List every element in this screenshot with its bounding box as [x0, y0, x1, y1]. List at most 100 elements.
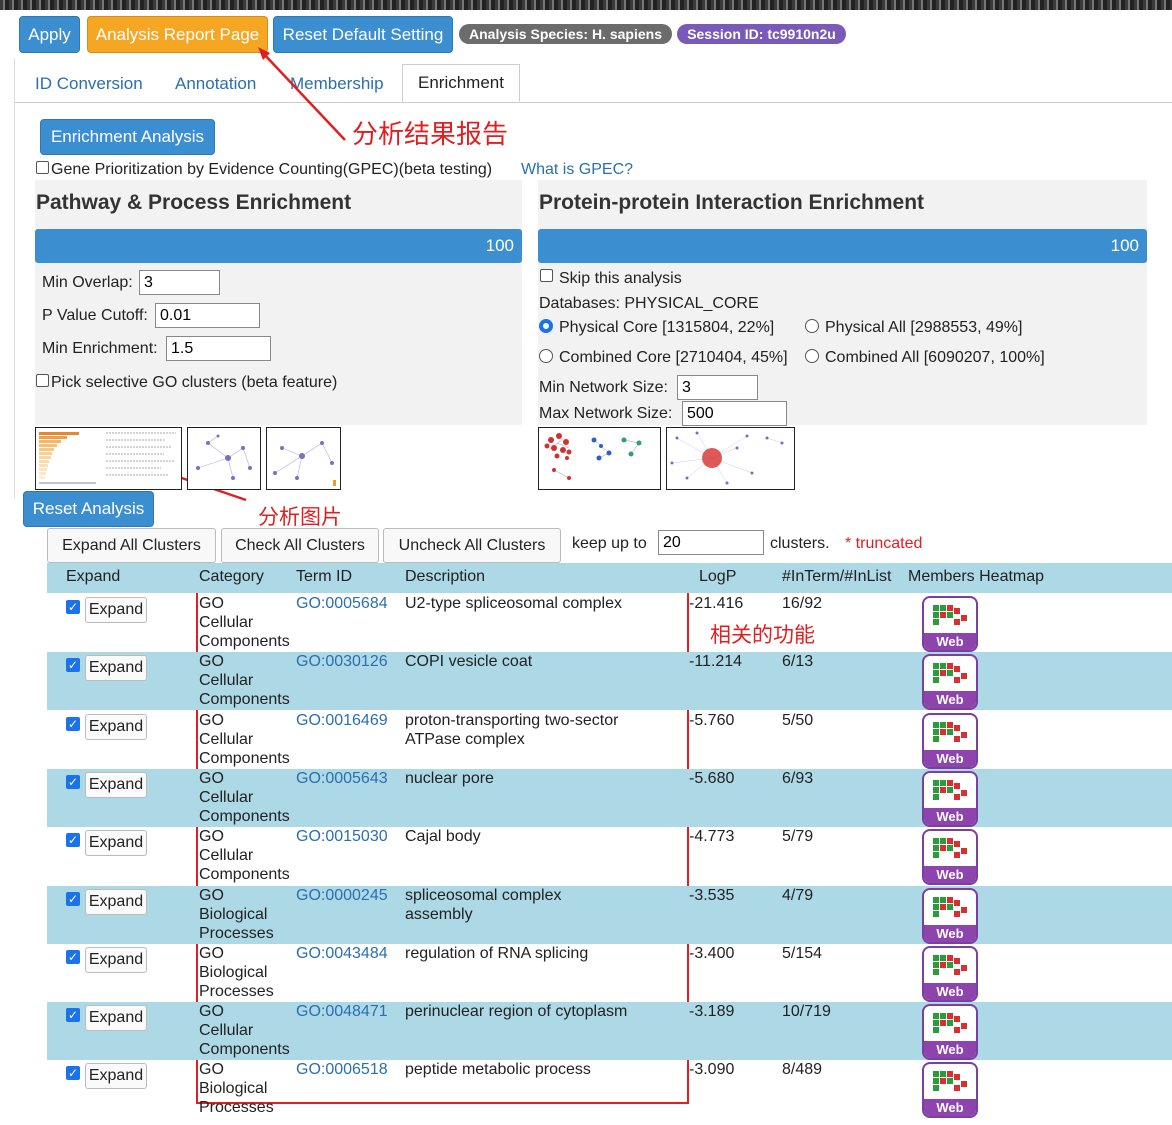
pick-go-checkbox[interactable]	[36, 374, 49, 387]
web-label: Web	[924, 633, 976, 650]
row-checkbox[interactable]: ✓	[66, 1008, 80, 1022]
row-term-id-link[interactable]: GO:0016469	[296, 711, 388, 730]
row-description: COPI vesicle coat	[405, 653, 533, 670]
heatmap-web-icon[interactable]: Web	[922, 1004, 978, 1060]
row-term-id-link[interactable]: GO:0000245	[296, 886, 388, 905]
row-checkbox[interactable]: ✓	[66, 892, 80, 906]
row-expand-button[interactable]: Expand	[85, 1063, 147, 1089]
row-category: GO Biological Processes	[199, 945, 274, 1000]
row-term-id-link[interactable]: GO:0043484	[296, 944, 388, 963]
row-category: GO Cellular Components	[199, 595, 290, 650]
row-expand-button[interactable]: Expand	[85, 597, 147, 623]
row-category: GO Biological Processes	[199, 1061, 274, 1116]
min-overlap-input[interactable]	[139, 270, 220, 295]
row-term-id-link[interactable]: GO:0005684	[296, 594, 388, 613]
heatmap-grid-icon	[933, 722, 967, 742]
enrichment-bar-thumbnail[interactable]	[35, 427, 182, 490]
min-overlap-label: Min Overlap:	[42, 274, 133, 291]
row-description: Cajal body	[405, 828, 481, 845]
keep-clusters-input[interactable]	[658, 530, 764, 555]
gpec-help-link[interactable]: What is GPEC?	[521, 161, 633, 179]
row-term-id-link[interactable]: GO:0005643	[296, 769, 388, 788]
heatmap-web-icon[interactable]: Web	[922, 713, 978, 769]
header-term-id: Term ID	[296, 568, 352, 585]
row-logp: -5.680	[689, 770, 735, 787]
expand-all-button[interactable]: Expand All Clusters	[47, 528, 216, 563]
row-checkbox[interactable]: ✓	[66, 775, 80, 789]
heatmap-grid-icon	[933, 1071, 967, 1091]
row-ratio: 5/154	[782, 945, 823, 962]
heatmap-web-icon[interactable]: Web	[922, 654, 978, 710]
ppi-progress: 100	[538, 229, 1147, 263]
row-logp: -5.760	[689, 712, 735, 729]
min-network-input[interactable]	[677, 375, 758, 400]
row-expand-button[interactable]: Expand	[85, 714, 147, 740]
max-network-input[interactable]	[682, 401, 787, 426]
table-row: ✓ Expand GO Cellular Components GO:0016469 pro…	[47, 711, 1172, 769]
ppi-network-thumbnail-2[interactable]	[666, 427, 795, 490]
heatmap-web-icon[interactable]: Web	[922, 829, 978, 885]
row-term-id-link[interactable]: GO:0015030	[296, 827, 388, 846]
web-label: Web	[924, 691, 976, 708]
reset-analysis-button[interactable]: Reset Analysis	[23, 491, 154, 527]
heatmap-grid-icon	[933, 780, 967, 800]
enrichment-analysis-button[interactable]: Enrichment Analysis	[40, 119, 215, 155]
heatmap-web-icon[interactable]: Web	[922, 771, 978, 827]
row-checkbox[interactable]: ✓	[66, 717, 80, 731]
pvalue-input[interactable]	[155, 303, 260, 328]
row-term-id-link[interactable]: GO:0030126	[296, 652, 388, 671]
table-row: ✓ Expand GO Cellular Components GO:0005643 nuc…	[47, 769, 1172, 827]
row-expand-button[interactable]: Expand	[85, 947, 147, 973]
combined-core-radio[interactable]	[539, 349, 553, 363]
physical-core-radio[interactable]	[539, 319, 553, 333]
web-label: Web	[924, 866, 976, 883]
heatmap-grid-icon	[933, 663, 967, 683]
row-description: U2-type spliceosomal complex	[405, 595, 622, 612]
row-checkbox[interactable]: ✓	[66, 658, 80, 672]
row-checkbox[interactable]: ✓	[66, 950, 80, 964]
check-all-button[interactable]: Check All Clusters	[221, 528, 379, 563]
row-logp: -3.400	[689, 945, 735, 962]
row-ratio: 4/79	[782, 887, 814, 904]
heatmap-web-icon[interactable]: Web	[922, 888, 978, 944]
combined-core-label: Combined Core [2710404, 45%]	[559, 349, 788, 366]
table-row: ✓ Expand GO Biological Processes GO:0043484 re…	[47, 944, 1172, 1002]
min-enrichment-input[interactable]	[166, 336, 271, 361]
databases-label: Databases: PHYSICAL_CORE	[539, 295, 759, 312]
row-checkbox[interactable]: ✓	[66, 1066, 80, 1080]
gpec-checkbox[interactable]	[36, 161, 49, 174]
row-category: GO Biological Processes	[199, 887, 274, 942]
ppi-title: Protein-protein Interaction Enrichment	[539, 191, 925, 214]
row-ratio: 6/13	[782, 653, 814, 670]
heatmap-grid-icon	[933, 1013, 967, 1033]
uncheck-all-button[interactable]: Uncheck All Clusters	[383, 528, 561, 563]
combined-all-radio[interactable]	[805, 349, 819, 363]
heatmap-web-icon[interactable]: Web	[922, 946, 978, 1002]
pvalue-label: P Value Cutoff:	[42, 307, 148, 324]
row-category: GO Cellular Components	[199, 712, 290, 767]
table-row: ✓ Expand GO Cellular Components GO:0005684 U2-…	[47, 594, 1172, 652]
row-description: proton-transporting two-sector ATPase com…	[405, 712, 619, 748]
row-category: GO Cellular Components	[199, 770, 290, 825]
row-term-id-link[interactable]: GO:0048471	[296, 1002, 388, 1021]
physical-all-radio[interactable]	[805, 319, 819, 333]
heatmap-web-icon[interactable]: Web	[922, 596, 978, 652]
row-term-id-link[interactable]: GO:0006518	[296, 1060, 388, 1079]
table-row: ✓ Expand GO Cellular Components GO:0015030 Caj…	[47, 827, 1172, 885]
ppi-network-thumbnail-1[interactable]	[538, 427, 661, 490]
heatmap-web-icon[interactable]: Web	[922, 1062, 978, 1118]
row-expand-button[interactable]: Expand	[85, 889, 147, 915]
network-thumbnail-1[interactable]	[187, 427, 261, 490]
skip-analysis-checkbox[interactable]	[540, 269, 553, 282]
row-expand-button[interactable]: Expand	[85, 772, 147, 798]
row-logp: -3.189	[689, 1003, 735, 1020]
row-checkbox[interactable]: ✓	[66, 833, 80, 847]
row-logp: -11.214	[689, 653, 743, 670]
row-expand-button[interactable]: Expand	[85, 830, 147, 856]
combined-all-label: Combined All [6090207, 100%]	[825, 349, 1045, 366]
row-expand-button[interactable]: Expand	[85, 1005, 147, 1031]
row-expand-button[interactable]: Expand	[85, 655, 147, 681]
network-thumbnail-2[interactable]	[266, 427, 341, 490]
row-checkbox[interactable]: ✓	[66, 600, 80, 614]
web-label: Web	[924, 925, 976, 942]
